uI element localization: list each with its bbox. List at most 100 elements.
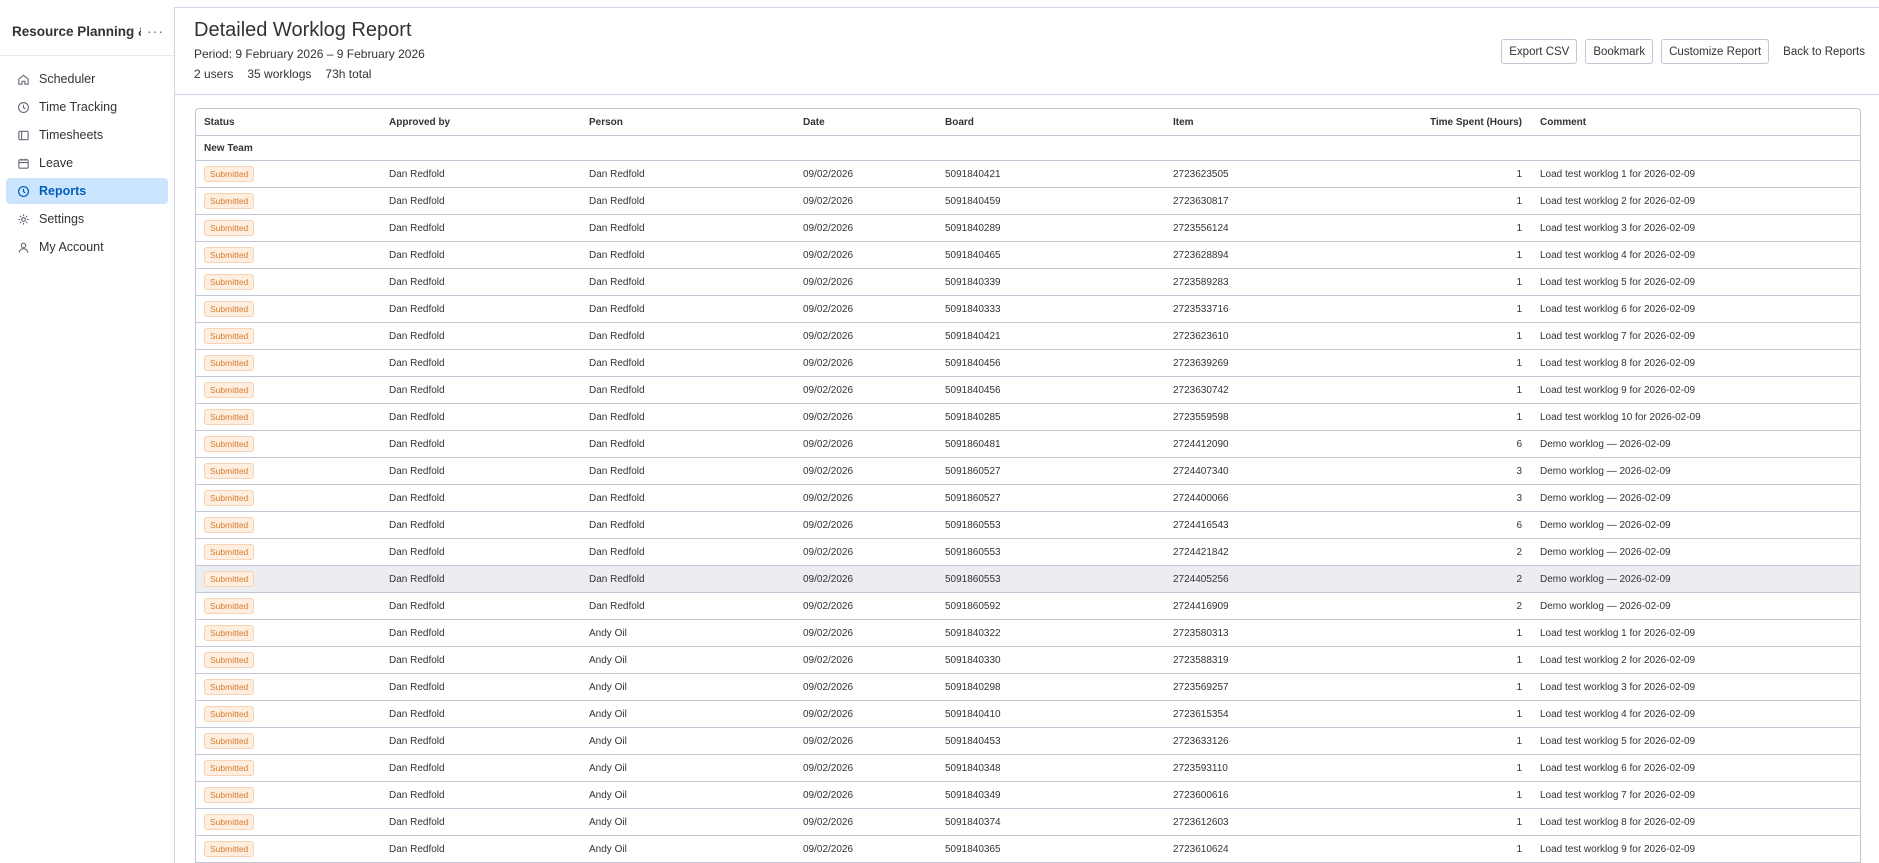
column-header-item[interactable]: Item: [1165, 109, 1356, 136]
table-row[interactable]: Submitted Dan Redfold Andy Oil 09/02/2026 50…: [196, 754, 1860, 782]
column-header-comment[interactable]: Comment: [1532, 109, 1860, 136]
sidebar-item-timesheets[interactable]: Timesheets: [6, 122, 168, 148]
table-row[interactable]: Submitted Dan Redfold Dan Redfold 09/02/202…: [196, 430, 1860, 458]
status-badge: Submitted: [204, 517, 255, 533]
table-row[interactable]: Submitted Dan Redfold Dan Redfold 09/02/202…: [196, 538, 1860, 566]
date-cell: 09/02/2026: [795, 700, 937, 728]
approved-by-cell: Dan Redfold: [381, 727, 581, 755]
status-cell: Submitted: [196, 268, 381, 296]
item-cell: 2723533716: [1165, 295, 1356, 323]
person-cell: Dan Redfold: [581, 295, 795, 323]
approved-by-cell: Dan Redfold: [381, 457, 581, 485]
table-row[interactable]: Submitted Dan Redfold Dan Redfold 09/02/202…: [196, 376, 1860, 404]
report-stats: 2 users 35 worklogs 73h total: [194, 67, 371, 81]
table-row[interactable]: Submitted Dan Redfold Andy Oil 09/02/2026 50…: [196, 700, 1860, 728]
report-actions: Export CSV Bookmark Customize Report Bac…: [1501, 39, 1871, 64]
comment-cell: Load test worklog 10 for 2026-02-09: [1532, 403, 1860, 431]
comment-cell: Load test worklog 6 for 2026-02-09: [1532, 295, 1860, 323]
table-row[interactable]: Submitted Dan Redfold Andy Oil 09/02/2026 50…: [196, 619, 1860, 647]
table-row[interactable]: Submitted Dan Redfold Andy Oil 09/02/2026 50…: [196, 646, 1860, 674]
comment-cell: Load test worklog 4 for 2026-02-09: [1532, 241, 1860, 269]
column-header-time-spent[interactable]: Time Spent (Hours): [1356, 109, 1532, 136]
back-to-reports-button[interactable]: Back to Reports: [1777, 39, 1871, 64]
table-row[interactable]: Submitted Dan Redfold Dan Redfold 09/02/202…: [196, 484, 1860, 512]
table-row[interactable]: Submitted Dan Redfold Dan Redfold 09/02/202…: [196, 241, 1860, 269]
date-cell: 09/02/2026: [795, 781, 937, 809]
table-row[interactable]: Submitted Dan Redfold Dan Redfold 09/02/202…: [196, 511, 1860, 539]
board-cell: 5091840349: [937, 781, 1165, 809]
comment-cell: Demo worklog — 2026-02-09: [1532, 511, 1860, 539]
status-badge: Submitted: [204, 193, 255, 209]
column-header-person[interactable]: Person: [581, 109, 795, 136]
table-row[interactable]: Submitted Dan Redfold Dan Redfold 09/02/202…: [196, 160, 1860, 188]
table-row[interactable]: Submitted Dan Redfold Dan Redfold 09/02/202…: [196, 403, 1860, 431]
person-cell: Dan Redfold: [581, 349, 795, 377]
table-row[interactable]: Submitted Dan Redfold Dan Redfold 09/02/202…: [196, 268, 1860, 296]
person-cell: Dan Redfold: [581, 430, 795, 458]
export-csv-button[interactable]: Export CSV: [1501, 39, 1578, 64]
status-cell: Submitted: [196, 754, 381, 782]
item-cell: 2723615354: [1165, 700, 1356, 728]
time-spent-cell: 6: [1356, 511, 1532, 539]
date-cell: 09/02/2026: [795, 592, 937, 620]
sidebar-item-settings[interactable]: Settings: [6, 206, 168, 232]
person-cell: Andy Oil: [581, 727, 795, 755]
approved-by-cell: Dan Redfold: [381, 214, 581, 242]
status-cell: Submitted: [196, 538, 381, 566]
status-cell: Submitted: [196, 673, 381, 701]
calendar-icon: [16, 156, 30, 170]
sidebar-item-time-tracking[interactable]: Time Tracking: [6, 94, 168, 120]
column-header-approved-by[interactable]: Approved by: [381, 109, 581, 136]
sidebar-item-my-account[interactable]: My Account: [6, 234, 168, 260]
time-spent-cell: 2: [1356, 565, 1532, 593]
table-row[interactable]: Submitted Dan Redfold Andy Oil 09/02/2026 50…: [196, 727, 1860, 755]
status-badge: Submitted: [204, 409, 255, 425]
bookmark-button[interactable]: Bookmark: [1585, 39, 1654, 64]
comment-cell: Load test worklog 6 for 2026-02-09: [1532, 754, 1860, 782]
table-row[interactable]: Submitted Dan Redfold Andy Oil 09/02/2026 50…: [196, 781, 1860, 809]
board-cell: 5091840465: [937, 241, 1165, 269]
table-row[interactable]: Submitted Dan Redfold Dan Redfold 09/02/202…: [196, 187, 1860, 215]
sidebar-item-reports[interactable]: Reports: [6, 178, 168, 204]
table-row[interactable]: Submitted Dan Redfold Andy Oil 09/02/2026 50…: [196, 673, 1860, 701]
column-header-board[interactable]: Board: [937, 109, 1165, 136]
status-badge: Submitted: [204, 382, 255, 398]
date-cell: 09/02/2026: [795, 376, 937, 404]
board-cell: 5091840453: [937, 727, 1165, 755]
sidebar-nav: Scheduler Time Tracking Timesheets Leave…: [0, 56, 174, 260]
users-count: 2 users: [194, 67, 234, 81]
table-row[interactable]: Submitted Dan Redfold Dan Redfold 09/02/202…: [196, 322, 1860, 350]
column-header-date[interactable]: Date: [795, 109, 937, 136]
table-row[interactable]: Submitted Dan Redfold Dan Redfold 09/02/202…: [196, 565, 1860, 593]
board-cell: 5091860481: [937, 430, 1165, 458]
table-row[interactable]: Submitted Dan Redfold Dan Redfold 09/02/202…: [196, 457, 1860, 485]
time-spent-cell: 2: [1356, 592, 1532, 620]
app-header: Resource Planning &... ···: [0, 7, 174, 56]
date-cell: 09/02/2026: [795, 484, 937, 512]
worklog-table: Status Approved by Person Date Board Ite…: [196, 109, 1860, 863]
table-row[interactable]: Submitted Dan Redfold Dan Redfold 09/02/202…: [196, 214, 1860, 242]
sidebar-item-scheduler[interactable]: Scheduler: [6, 66, 168, 92]
item-cell: 2723639269: [1165, 349, 1356, 377]
board-cell: 5091840365: [937, 835, 1165, 863]
more-options-icon[interactable]: ···: [147, 23, 164, 39]
item-cell: 2723600616: [1165, 781, 1356, 809]
table-row[interactable]: Submitted Dan Redfold Andy Oil 09/02/2026 50…: [196, 835, 1860, 863]
date-cell: 09/02/2026: [795, 187, 937, 215]
comment-cell: Load test worklog 9 for 2026-02-09: [1532, 835, 1860, 863]
person-cell: Dan Redfold: [581, 457, 795, 485]
table-row[interactable]: Submitted Dan Redfold Dan Redfold 09/02/202…: [196, 592, 1860, 620]
column-header-status[interactable]: Status: [196, 109, 381, 136]
table-row[interactable]: Submitted Dan Redfold Andy Oil 09/02/2026 50…: [196, 808, 1860, 836]
customize-report-button[interactable]: Customize Report: [1661, 39, 1770, 64]
date-cell: 09/02/2026: [795, 349, 937, 377]
table-row[interactable]: Submitted Dan Redfold Dan Redfold 09/02/202…: [196, 295, 1860, 323]
item-cell: 2723569257: [1165, 673, 1356, 701]
table-row[interactable]: Submitted Dan Redfold Dan Redfold 09/02/202…: [196, 349, 1860, 377]
person-cell: Dan Redfold: [581, 511, 795, 539]
person-cell: Andy Oil: [581, 808, 795, 836]
sidebar-item-leave[interactable]: Leave: [6, 150, 168, 176]
status-cell: Submitted: [196, 808, 381, 836]
date-cell: 09/02/2026: [795, 511, 937, 539]
table-header-row: Status Approved by Person Date Board Ite…: [196, 109, 1860, 136]
